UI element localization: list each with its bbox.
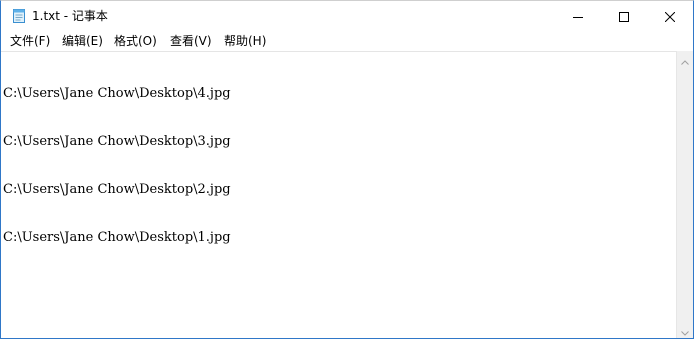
menu-format[interactable]: 格式(O) bbox=[114, 33, 157, 49]
menu-bar: 文件(F) 编辑(E) 格式(O) 查看(V) 帮助(H) bbox=[1, 31, 693, 51]
minimize-icon bbox=[573, 7, 583, 26]
text-line: C:\Users\Jane Chow\Desktop\4.jpg bbox=[3, 86, 231, 101]
menu-help[interactable]: 帮助(H) bbox=[224, 33, 266, 49]
window-title: 1.txt - 记事本 bbox=[32, 9, 108, 23]
notepad-icon bbox=[11, 8, 27, 24]
text-content[interactable]: C:\Users\Jane Chow\Desktop\4.jpg C:\User… bbox=[3, 54, 231, 278]
notepad-window: 1.txt - 记事本 文件(F) 编辑(E) 格式(O) 查看(V) 帮助(H… bbox=[0, 0, 694, 339]
title-bar[interactable]: 1.txt - 记事本 bbox=[1, 1, 693, 31]
maximize-button[interactable] bbox=[601, 1, 647, 31]
close-button[interactable] bbox=[647, 1, 693, 31]
menu-file[interactable]: 文件(F) bbox=[10, 33, 50, 49]
menu-view[interactable]: 查看(V) bbox=[170, 33, 212, 49]
scroll-down-button[interactable] bbox=[677, 321, 693, 338]
chevron-up-icon bbox=[681, 50, 689, 69]
text-line: C:\Users\Jane Chow\Desktop\1.jpg bbox=[3, 230, 231, 245]
text-line: C:\Users\Jane Chow\Desktop\3.jpg bbox=[3, 134, 231, 149]
vertical-scrollbar[interactable] bbox=[676, 51, 693, 338]
minimize-button[interactable] bbox=[555, 1, 601, 31]
menu-edit[interactable]: 编辑(E) bbox=[62, 33, 103, 49]
scroll-up-button[interactable] bbox=[677, 51, 693, 68]
text-editor[interactable]: C:\Users\Jane Chow\Desktop\4.jpg C:\User… bbox=[1, 51, 676, 338]
close-icon bbox=[664, 7, 676, 26]
maximize-icon bbox=[619, 7, 629, 26]
chevron-down-icon bbox=[681, 321, 689, 338]
text-line: C:\Users\Jane Chow\Desktop\2.jpg bbox=[3, 182, 231, 197]
